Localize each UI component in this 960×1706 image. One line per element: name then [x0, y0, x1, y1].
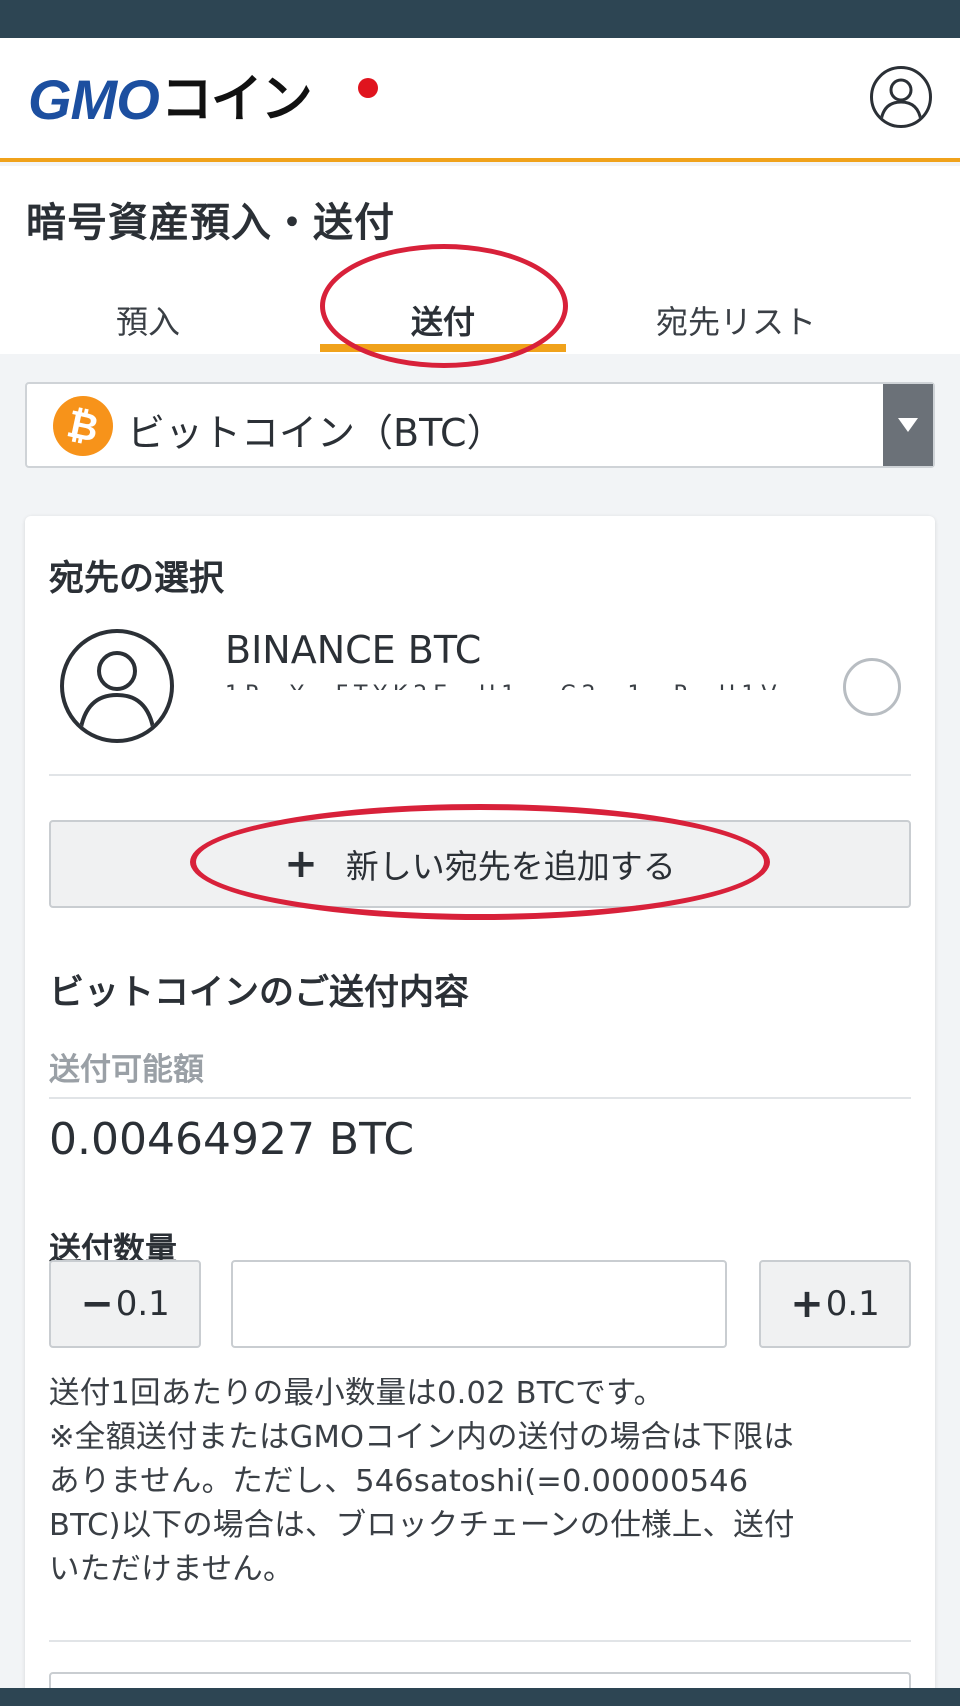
- destination-radio[interactable]: [843, 658, 901, 716]
- logo-gmo-text: GMO: [28, 68, 160, 131]
- user-icon: [78, 651, 156, 734]
- bitcoin-icon: ₿: [47, 390, 119, 462]
- plus-icon: +: [790, 1281, 824, 1327]
- tab-deposit[interactable]: 預入: [0, 286, 296, 354]
- available-amount-value: 0.00464927 BTC: [49, 1114, 415, 1165]
- quantity-input[interactable]: [231, 1260, 727, 1348]
- account-button[interactable]: [870, 66, 932, 128]
- minimum-amount-note: 送付1回あたりの最小数量は0.02 BTCです。 ※全額送付またはGMOコイン内…: [49, 1372, 911, 1592]
- page-title: 暗号資産預入・送付: [26, 200, 395, 246]
- logo-red-dot: [358, 78, 378, 98]
- destination-name: BINANCE BTC: [225, 628, 482, 672]
- increase-label: 0.1: [825, 1284, 880, 1324]
- send-details-title: ビットコインのご送付内容: [49, 973, 470, 1013]
- app-header: GMO コイン: [0, 38, 960, 162]
- send-form-card: 宛先の選択 BINANCE BTC 1P··Y··FTYK2E··U1···C2…: [25, 516, 935, 1706]
- coin-select[interactable]: ₿ ビットコイン（BTC）: [25, 382, 935, 468]
- note-line: ありません。ただし、546satoshi(=0.00000546: [49, 1464, 749, 1499]
- available-amount-label: 送付可能額: [49, 1052, 204, 1088]
- add-destination-button[interactable]: + 新しい宛先を追加する: [49, 820, 911, 908]
- status-bar: [0, 0, 960, 38]
- minus-icon: −: [80, 1281, 114, 1327]
- increase-0.1-button[interactable]: +0.1: [759, 1260, 911, 1348]
- destination-address-text: 1P··Y··FTYK2E··U1···C2··1··P··H1V: [225, 682, 782, 690]
- divider: [49, 1097, 911, 1099]
- chevron-down-icon[interactable]: [883, 384, 933, 466]
- destination-avatar-icon: [60, 629, 174, 743]
- coin-select-value: ビットコイン（BTC）: [127, 411, 505, 455]
- gmo-coin-logo[interactable]: GMO コイン: [28, 68, 313, 131]
- decrease-0.1-button[interactable]: −0.1: [49, 1260, 201, 1348]
- divider: [49, 1640, 911, 1642]
- note-line: いただけません。: [49, 1552, 294, 1587]
- user-icon: [879, 78, 923, 122]
- tab-destination-list[interactable]: 宛先リスト: [586, 286, 886, 354]
- tab-send[interactable]: 送付: [320, 286, 566, 354]
- note-line: BTC)以下の場合は、ブロックチェーンの仕様上、送付: [49, 1508, 795, 1543]
- note-line: ※全額送付またはGMOコイン内の送付の場合は下限は: [49, 1420, 795, 1455]
- note-line: 送付1回あたりの最小数量は0.02 BTCです。: [49, 1376, 665, 1411]
- destination-address-masked: 1P··Y··FTYK2E··U1···C2··1··P··H1V: [225, 676, 785, 690]
- bottom-bar: [0, 1688, 960, 1706]
- logo-coin-text: コイン: [160, 70, 313, 130]
- decrease-label: 0.1: [115, 1284, 170, 1324]
- divider: [49, 774, 911, 776]
- add-destination-label: 新しい宛先を追加する: [345, 847, 676, 886]
- destination-title: 宛先の選択: [49, 559, 225, 599]
- plus-icon: +: [284, 841, 318, 887]
- page-header: 暗号資産預入・送付 預入 送付 宛先リスト: [0, 166, 960, 354]
